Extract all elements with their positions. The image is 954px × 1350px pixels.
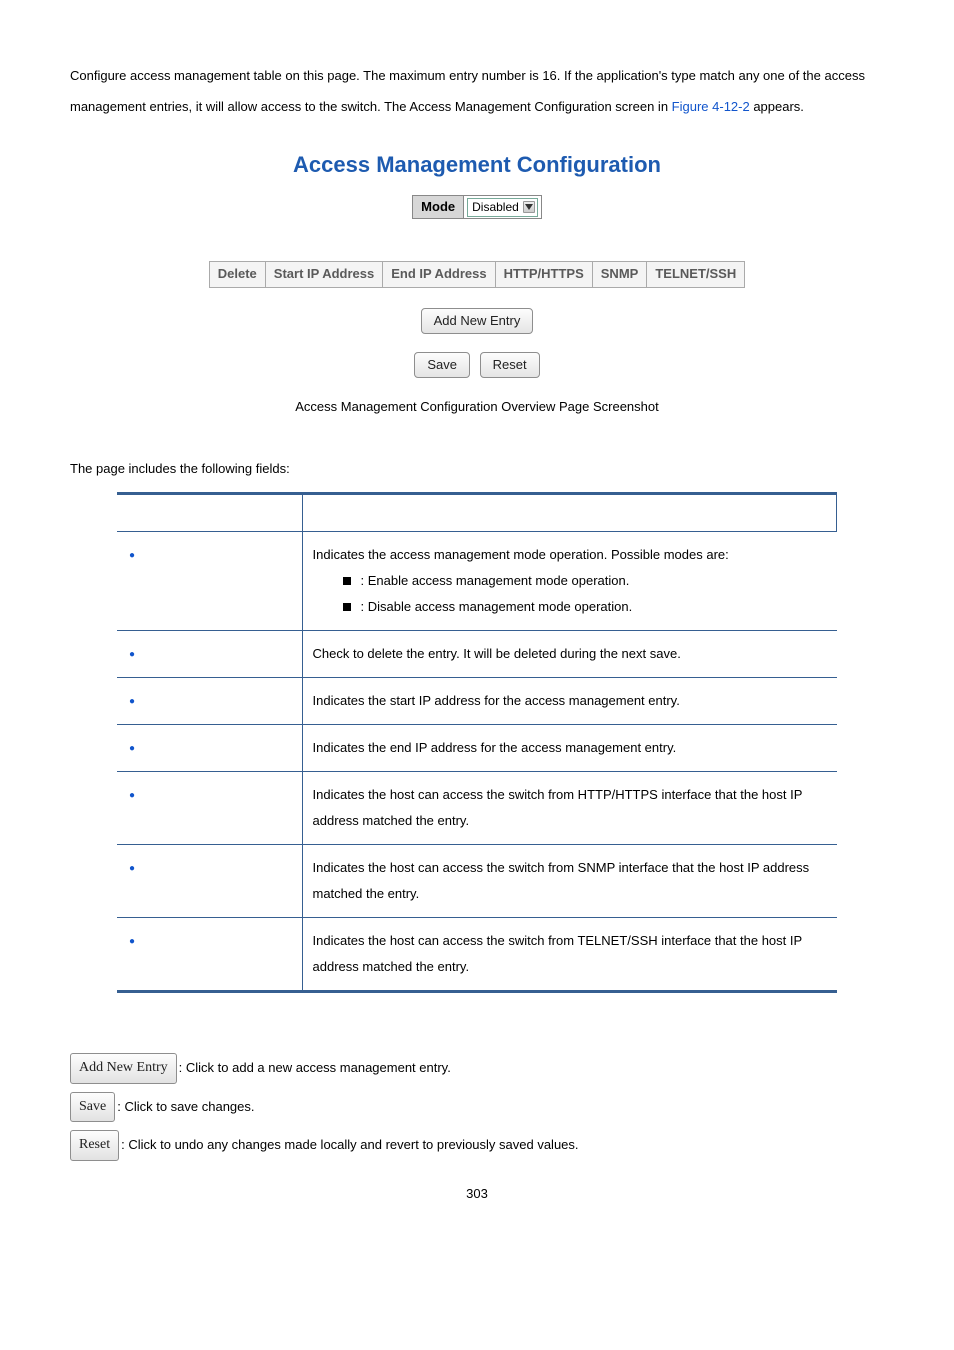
col-telnet: TELNET/SSH [647, 262, 745, 287]
add-entry-text: : Click to add a new access management e… [179, 1056, 451, 1081]
add-entry-btn-img: Add New Entry [70, 1053, 177, 1084]
table-row: ● Check to delete the entry. It will be … [117, 631, 837, 678]
square-icon [343, 603, 351, 611]
table-row: ● Indicates the access management mode o… [117, 532, 837, 631]
intro-paragraph: Configure access management table on thi… [70, 60, 884, 122]
desc-text: Indicates the start IP address for the a… [302, 678, 837, 725]
config-title: Access Management Configuration [70, 150, 884, 181]
bullet-icon: ● [129, 696, 135, 707]
chevron-down-icon [523, 201, 535, 213]
page-number: 303 [70, 1185, 884, 1203]
save-button[interactable]: Save [414, 352, 470, 378]
entries-table: Delete Start IP Address End IP Address H… [209, 261, 745, 287]
desc-text: Indicates the end IP address for the acc… [302, 725, 837, 772]
table-row: ● Indicates the start IP address for the… [117, 678, 837, 725]
square-icon [343, 577, 351, 585]
fields-header-row [117, 494, 837, 532]
intro-text-b: appears. [750, 99, 804, 114]
save-text: : Click to save changes. [117, 1095, 254, 1120]
fields-table: ● Indicates the access management mode o… [117, 492, 837, 993]
screenshot-caption: Access Management Configuration Overview… [70, 398, 884, 416]
figure-link[interactable]: Figure 4-12-2 [672, 99, 750, 114]
desc-text: Check to delete the entry. It will be de… [302, 631, 837, 678]
bullet-icon: ● [129, 550, 135, 561]
col-end-ip: End IP Address [383, 262, 495, 287]
reset-button[interactable]: Reset [480, 352, 540, 378]
header-object [117, 494, 302, 532]
table-row: ● Indicates the host can access the swit… [117, 845, 837, 918]
desc-text: Indicates the host can access the switch… [302, 918, 837, 992]
bullet-icon: ● [129, 743, 135, 754]
col-http: HTTP/HTTPS [495, 262, 592, 287]
table-row: ● Indicates the end IP address for the a… [117, 725, 837, 772]
mode-label: Mode [413, 196, 464, 218]
desc-intro: Indicates the access management mode ope… [313, 542, 827, 568]
header-description [302, 494, 837, 532]
save-btn-img: Save [70, 1092, 115, 1123]
desc-text: Indicates the host can access the switch… [302, 845, 837, 918]
config-screenshot: Access Management Configuration Mode Dis… [70, 150, 884, 378]
reset-text: : Click to undo any changes made locally… [121, 1133, 578, 1158]
mode-box: Mode Disabled [412, 195, 542, 219]
table-row: ● Indicates the host can access the swit… [117, 918, 837, 992]
mode-value: Disabled [472, 199, 519, 216]
col-snmp: SNMP [592, 262, 647, 287]
sub-text: : Enable access management mode operatio… [361, 573, 630, 588]
col-start-ip: Start IP Address [265, 262, 382, 287]
bullet-icon: ● [129, 790, 135, 801]
mode-select[interactable]: Disabled [467, 198, 538, 217]
add-entry-button[interactable]: Add New Entry [421, 308, 534, 334]
bullet-icon: ● [129, 649, 135, 660]
sub-text: : Disable access management mode operati… [361, 599, 633, 614]
fields-intro: The page includes the following fields: [70, 460, 884, 478]
bullet-icon: ● [129, 936, 135, 947]
reset-btn-img: Reset [70, 1130, 119, 1161]
bullet-icon: ● [129, 863, 135, 874]
col-delete: Delete [209, 262, 265, 287]
table-row: ● Indicates the host can access the swit… [117, 772, 837, 845]
buttons-section: Add New Entry : Click to add a new acces… [70, 1053, 884, 1161]
desc-text: Indicates the host can access the switch… [302, 772, 837, 845]
